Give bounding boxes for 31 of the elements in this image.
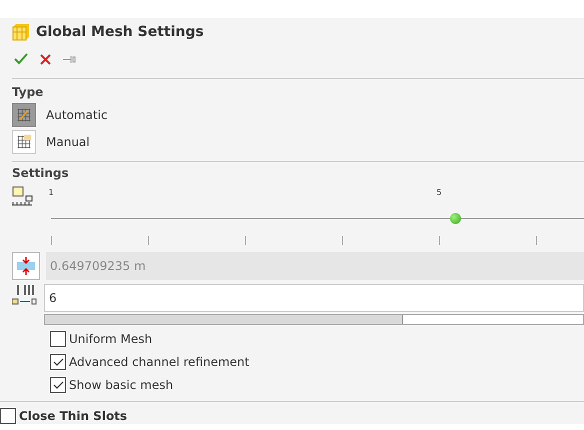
check-icon: [52, 380, 64, 390]
tick-label: 5: [436, 188, 442, 197]
ok-button[interactable]: [14, 53, 28, 65]
cells-field[interactable]: 6: [44, 284, 584, 312]
slider-thumb[interactable]: [450, 213, 461, 224]
checkbox[interactable]: [50, 377, 66, 393]
checkbox[interactable]: [50, 354, 66, 370]
check-icon: [52, 358, 64, 366]
section-heading: Settings: [11, 166, 70, 180]
pin-icon: [63, 54, 76, 64]
checkbox-label: Show basic mesh: [69, 378, 174, 392]
gap-size-icon: [12, 252, 40, 280]
mesh-type-button[interactable]: [12, 130, 36, 154]
option-label: Automatic: [46, 108, 108, 122]
checkbox[interactable]: [0, 408, 16, 424]
section-heading: Type: [11, 85, 44, 99]
close-icon: [40, 54, 51, 64]
panel-title: Global Mesh Settings: [36, 24, 204, 40]
mesh-type-button[interactable]: [12, 102, 36, 126]
checkbox-label: Advanced channel refinement: [69, 355, 250, 369]
tick-label: 1: [48, 188, 54, 197]
checkbox[interactable]: [50, 331, 66, 347]
checkbox-label: Close Thin Slots: [19, 409, 128, 423]
mesh-grid-icon: [15, 106, 33, 124]
mesh-grid-icon: [15, 132, 33, 150]
check-icon: [14, 53, 28, 65]
cancel-button[interactable]: [40, 54, 51, 64]
mesh-cube-icon: [12, 23, 30, 41]
checkbox-label: Uniform Mesh: [69, 332, 152, 346]
pin-button[interactable]: [63, 54, 76, 64]
option-label: Manual: [46, 134, 90, 148]
